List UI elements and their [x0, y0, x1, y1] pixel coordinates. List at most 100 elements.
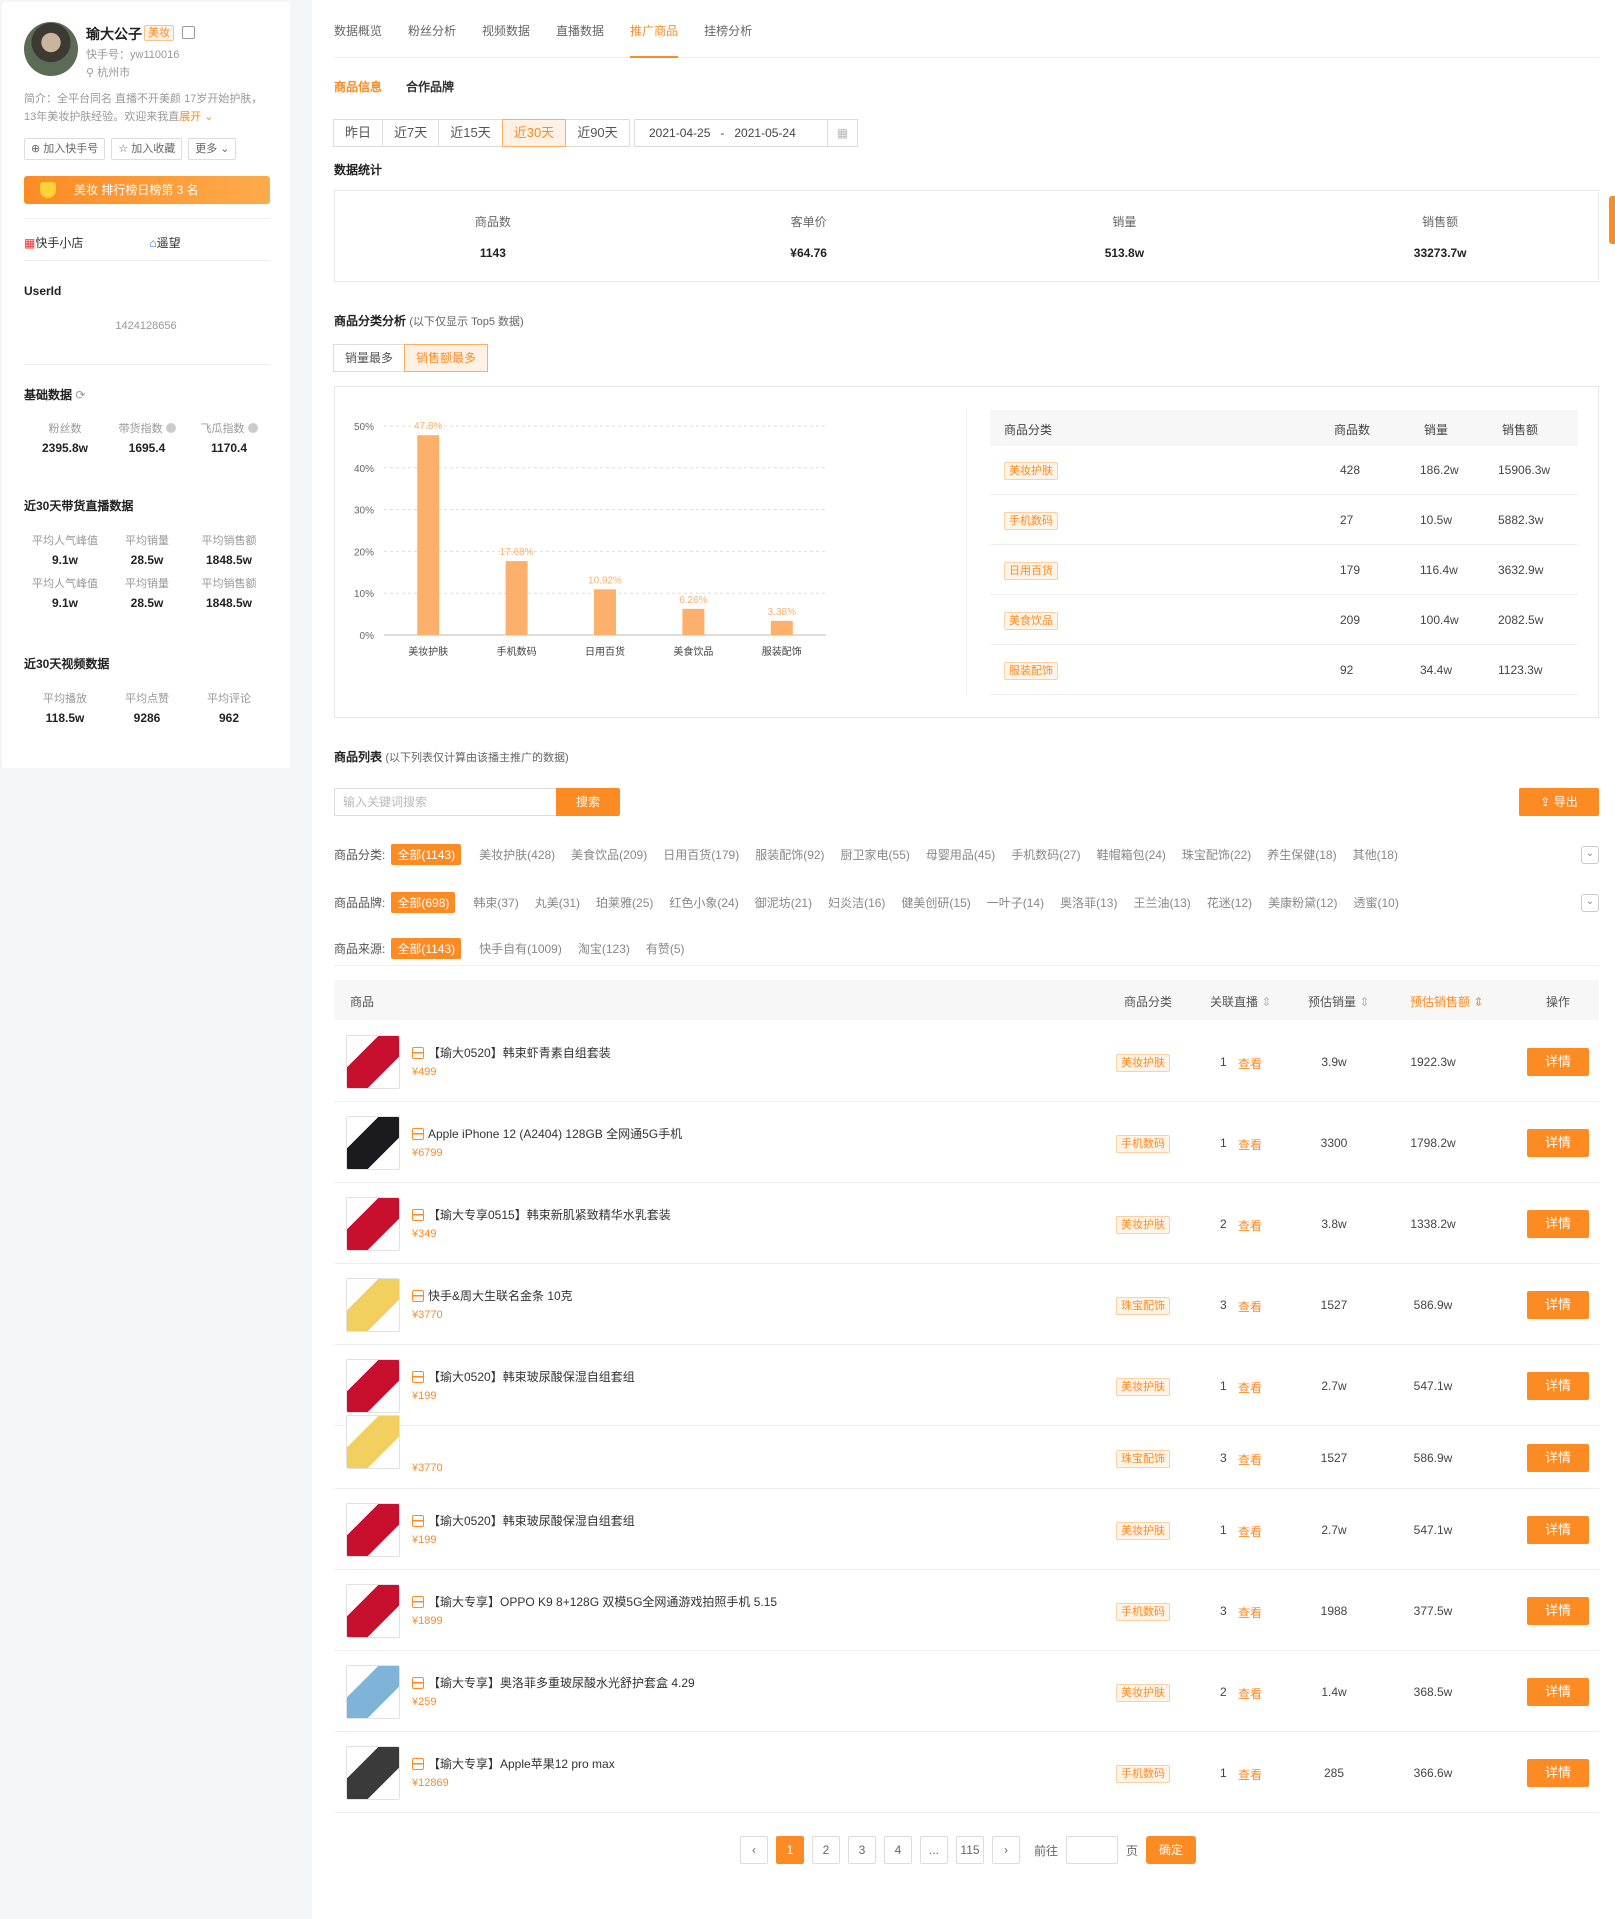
view-live-link[interactable]: 查看 [1238, 1217, 1262, 1234]
filter-option[interactable]: 韩束(37) [473, 894, 518, 911]
product-name-text[interactable]: 【瑜大0520】韩束虾青素自组套装 [428, 1046, 611, 1060]
filter-option[interactable]: 健美创研(15) [901, 894, 970, 911]
category-row[interactable]: 日用百货 179 116.4w 3632.9w [990, 546, 1578, 595]
chevron-down-icon[interactable]: ⌄ [201, 111, 213, 123]
filter-option[interactable]: 奥洛菲(13) [1060, 894, 1117, 911]
category-tag[interactable]: 手机数码 [1004, 512, 1058, 530]
filter-option-selected[interactable]: 全部(1143) [391, 844, 462, 865]
page-button[interactable]: 3 [848, 1836, 876, 1864]
sort-icon[interactable]: ⇕ [1356, 995, 1369, 1009]
filter-option[interactable]: 美康粉黛(12) [1268, 894, 1337, 911]
product-image[interactable] [346, 1034, 400, 1089]
category-tag[interactable]: 美食饮品 [1004, 612, 1058, 630]
search-input[interactable]: 输入关键词搜索 [334, 788, 564, 816]
product-name-text[interactable]: 【瑜大专享】OPPO K9 8+128G 双模5G全网通游戏拍照手机 5.15 [428, 1595, 777, 1609]
filter-option[interactable]: 御泥坊(21) [755, 894, 812, 911]
header-revenue[interactable]: 预估销售额 ⇕ [1410, 993, 1483, 1010]
product-name-text[interactable]: 【瑜大专享0515】韩束新肌紧致精华水乳套装 [428, 1208, 671, 1222]
product-name[interactable]: 【瑜大专享】Apple苹果12 pro max [412, 1755, 615, 1772]
goto-confirm-button[interactable]: 确定 [1146, 1836, 1197, 1864]
category-tag[interactable]: 服装配饰 [1004, 662, 1058, 680]
filter-option[interactable]: 美妆护肤(428) [479, 846, 555, 863]
category-row[interactable]: 服装配饰 92 34.4w 1123.3w [990, 646, 1578, 695]
calendar-icon[interactable]: ▦ [827, 120, 857, 146]
detail-button[interactable]: 详情 [1527, 1047, 1589, 1076]
detail-button[interactable]: 详情 [1527, 1758, 1589, 1787]
tab-promoted-goods[interactable]: 推广商品 [630, 22, 679, 58]
category-tag[interactable]: 日用百货 [1004, 562, 1058, 580]
refresh-icon[interactable]: ⟳ [75, 388, 85, 402]
page-button[interactable]: 115 [956, 1836, 984, 1864]
filter-option[interactable]: 红色小象(24) [669, 894, 738, 911]
product-image[interactable] [346, 1414, 400, 1469]
filter-option[interactable]: 有赞(5) [646, 940, 685, 957]
filter-option[interactable]: 日用百货(179) [663, 846, 739, 863]
category-row[interactable]: 美妆护肤 428 186.2w 15906.3w [990, 446, 1578, 495]
view-live-link[interactable]: 查看 [1238, 1379, 1262, 1396]
header-sales[interactable]: 预估销量 ⇕ [1308, 993, 1369, 1010]
detail-button[interactable]: 详情 [1527, 1443, 1589, 1472]
view-live-link[interactable]: 查看 [1238, 1055, 1262, 1072]
subtab-goods-info[interactable]: 商品信息 [334, 78, 382, 95]
filter-option[interactable]: 其他(18) [1353, 846, 1398, 863]
export-button[interactable]: ⇪ 导出 [1519, 788, 1599, 816]
filter-option[interactable]: 厨卫家电(55) [841, 846, 910, 863]
add-favorite-button[interactable]: ☆ 加入收藏 [111, 138, 183, 160]
product-image[interactable] [346, 1583, 400, 1638]
detail-button[interactable]: 详情 [1527, 1209, 1589, 1238]
tab-fans[interactable]: 粉丝分析 [408, 22, 456, 58]
view-live-link[interactable]: 查看 [1238, 1766, 1262, 1783]
view-live-link[interactable]: 查看 [1238, 1685, 1262, 1702]
filter-option[interactable]: 妇炎洁(16) [828, 894, 885, 911]
date-90d-button[interactable]: 近90天 [565, 119, 630, 147]
tab-video[interactable]: 视频数据 [482, 22, 530, 58]
view-live-link[interactable]: 查看 [1238, 1451, 1262, 1468]
product-name[interactable]: Apple iPhone 12 (A2404) 128GB 全网通5G手机 [412, 1125, 682, 1142]
filter-option-selected[interactable]: 全部(698) [391, 892, 456, 913]
sort-by-revenue-button[interactable]: 销售额最多 [404, 344, 489, 372]
product-name-text[interactable]: Apple iPhone 12 (A2404) 128GB 全网通5G手机 [428, 1127, 682, 1141]
header-live[interactable]: 关联直播 ⇕ [1210, 993, 1271, 1010]
detail-button[interactable]: 详情 [1527, 1128, 1589, 1157]
rank-banner[interactable]: 美妆 排行榜日榜第 3 名 [24, 176, 270, 204]
product-image[interactable] [346, 1115, 400, 1170]
filter-option[interactable]: 一叶子(14) [987, 894, 1044, 911]
product-image[interactable] [346, 1358, 400, 1413]
sort-icon[interactable]: ⇕ [1258, 995, 1271, 1009]
add-account-button[interactable]: ⊕ 加入快手号 [24, 138, 106, 160]
filter-option[interactable]: 母婴用品(45) [926, 846, 995, 863]
product-name[interactable]: 【瑜大专享】OPPO K9 8+128G 双模5G全网通游戏拍照手机 5.15 [412, 1593, 777, 1610]
view-live-link[interactable]: 查看 [1238, 1523, 1262, 1540]
filter-option[interactable]: 透蜜(10) [1353, 894, 1398, 911]
filter-option[interactable]: 美食饮品(209) [571, 846, 647, 863]
detail-button[interactable]: 详情 [1527, 1596, 1589, 1625]
view-live-link[interactable]: 查看 [1238, 1136, 1262, 1153]
help-icon[interactable] [247, 423, 258, 433]
filter-option[interactable]: 鞋帽箱包(24) [1097, 846, 1166, 863]
product-name[interactable]: 快手&周大生联名金条 10克 [412, 1287, 573, 1304]
category-row[interactable]: 美食饮品 209 100.4w 2082.5w [990, 596, 1578, 645]
product-name[interactable]: 【瑜大0520】韩束玻尿酸保湿自组套组 [412, 1368, 635, 1385]
filter-option[interactable]: 王兰油(13) [1133, 894, 1190, 911]
product-image[interactable] [346, 1502, 400, 1557]
view-live-link[interactable]: 查看 [1238, 1604, 1262, 1621]
tab-overview[interactable]: 数据概览 [334, 22, 382, 58]
date-range-picker[interactable]: 2021-04-25 - 2021-05-24 ▦ [634, 119, 858, 147]
category-row[interactable]: 手机数码 27 10.5w 5882.3w [990, 496, 1578, 545]
prev-page-button[interactable]: ‹ [740, 1836, 768, 1864]
product-name-text[interactable]: 【瑜大0520】韩束玻尿酸保湿自组套组 [428, 1370, 635, 1384]
filter-option[interactable]: 珠宝配饰(22) [1182, 846, 1251, 863]
shop-link[interactable]: ▦ 快手小店 [24, 234, 146, 251]
date-7d-button[interactable]: 近7天 [382, 119, 440, 147]
date-30d-button[interactable]: 近30天 [501, 119, 567, 147]
page-button[interactable]: 1 [776, 1836, 804, 1864]
view-live-link[interactable]: 查看 [1238, 1298, 1262, 1315]
product-name[interactable]: 【瑜大0520】韩束玻尿酸保湿自组套组 [412, 1512, 635, 1529]
product-image[interactable] [346, 1277, 400, 1332]
product-image[interactable] [346, 1196, 400, 1251]
date-yesterday-button[interactable]: 昨日 [333, 119, 384, 147]
help-icon[interactable] [165, 423, 176, 433]
page-button[interactable]: 4 [884, 1836, 912, 1864]
product-name-text[interactable]: 快手&周大生联名金条 10克 [428, 1289, 573, 1303]
tab-live[interactable]: 直播数据 [556, 22, 604, 58]
